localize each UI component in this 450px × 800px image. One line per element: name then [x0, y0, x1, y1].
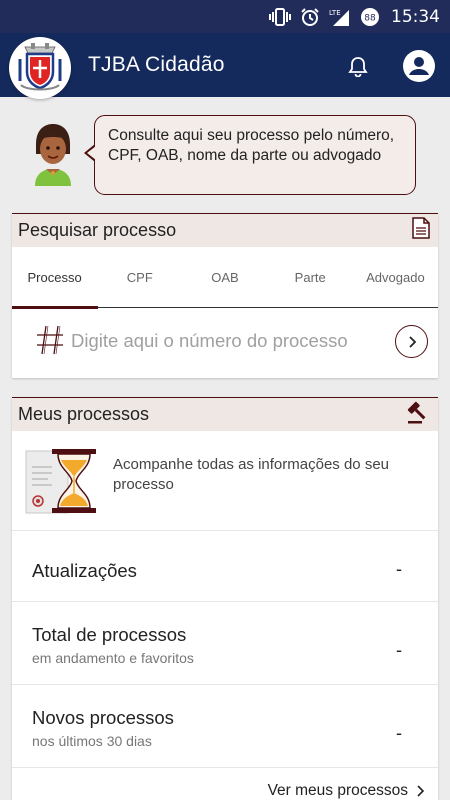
- bubble-tail-inner: [86, 146, 96, 160]
- meus-info-text: Acompanhe todas as informações do seu pr…: [113, 456, 389, 493]
- meus-card-header: Meus processos: [12, 397, 438, 431]
- search-tabs: Processo CPF OAB Parte Advogado: [12, 247, 438, 309]
- ver-link-label: Ver meus processos: [267, 782, 408, 799]
- mascot-avatar: [28, 122, 78, 186]
- stat-value: -: [396, 640, 402, 660]
- stat-row-total[interactable]: Total de processos em andamento e favori…: [12, 602, 438, 685]
- hourglass-document-icon: [24, 447, 100, 520]
- app-bar: TJBA Cidadão: [0, 33, 450, 99]
- stat-row-atualizacoes[interactable]: Atualizações -: [12, 531, 438, 602]
- stat-row-novos[interactable]: Novos processos nos últimos 30 dias -: [12, 685, 438, 768]
- stat-value: -: [396, 723, 402, 743]
- stat-title: Total de processos: [32, 624, 187, 645]
- tab-cpf[interactable]: CPF: [97, 247, 182, 307]
- account-icon[interactable]: [403, 50, 435, 82]
- battery-icon: 88: [360, 7, 380, 27]
- stat-subtitle: em andamento e favoritos: [32, 650, 194, 666]
- meus-processos-card: Meus processos Acompanhe todas as inform…: [12, 397, 438, 800]
- document-icon: [412, 217, 430, 244]
- status-time: 15:34: [391, 6, 440, 27]
- tab-advogado[interactable]: Advogado: [353, 247, 438, 307]
- stat-subtitle: nos últimos 30 dias: [32, 733, 152, 749]
- search-card-header: Pesquisar processo: [12, 213, 438, 247]
- lte-signal-icon: LTE: [329, 7, 351, 27]
- status-bar: LTE 88 15:34: [0, 0, 450, 33]
- search-card-title: Pesquisar processo: [18, 220, 177, 240]
- ver-meus-processos-link[interactable]: Ver meus processos: [268, 782, 426, 800]
- stat-title: Novos processos: [32, 707, 174, 728]
- svg-text:88: 88: [364, 13, 376, 23]
- tab-parte[interactable]: Parte: [268, 247, 353, 307]
- intro-message: Consulte aqui seu processo pelo número, …: [108, 127, 395, 164]
- tjba-logo[interactable]: [9, 37, 71, 99]
- vibrate-icon: [269, 7, 291, 26]
- app-title: TJBA Cidadão: [88, 53, 225, 76]
- hash-icon: [35, 324, 65, 361]
- speech-bubble: Consulte aqui seu processo pelo número, …: [94, 115, 416, 195]
- search-submit-button[interactable]: [395, 325, 428, 358]
- stat-value: -: [396, 559, 402, 579]
- svg-text:LTE: LTE: [329, 9, 341, 17]
- meus-card-title: Meus processos: [18, 404, 150, 424]
- chevron-right-icon: [417, 785, 425, 797]
- stat-title: Atualizações: [32, 560, 137, 581]
- search-input-row[interactable]: Digite aqui o número do processo: [12, 308, 438, 377]
- tab-processo[interactable]: Processo: [12, 247, 97, 307]
- tab-oab[interactable]: OAB: [182, 247, 267, 307]
- bell-icon[interactable]: [347, 55, 369, 82]
- search-card: Pesquisar processo Processo CPF OAB Part…: [12, 213, 438, 378]
- search-input[interactable]: Digite aqui o número do processo: [71, 330, 348, 352]
- meus-intro-row: Acompanhe todas as informações do seu pr…: [12, 431, 438, 531]
- alarm-icon: [300, 7, 320, 27]
- gavel-icon: [406, 400, 430, 429]
